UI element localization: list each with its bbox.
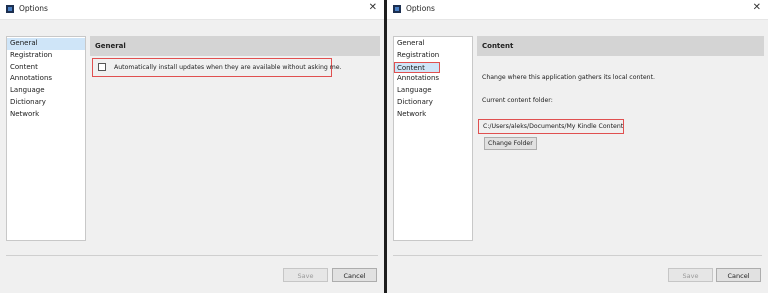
- save-button[interactable]: Save: [283, 268, 328, 282]
- nav-item-annotations[interactable]: Annotations: [7, 73, 85, 85]
- nav-item-dictionary[interactable]: Dictionary: [394, 97, 472, 109]
- auto-update-label[interactable]: Automatically install updates when they …: [114, 64, 342, 71]
- window-title: Options: [406, 4, 435, 13]
- cancel-button[interactable]: Cancel: [332, 268, 377, 282]
- options-window-general: Options ✕ General Registration Content A…: [0, 0, 384, 293]
- nav-item-content[interactable]: Content: [7, 62, 85, 74]
- title-bar: Options ✕: [0, 0, 384, 20]
- content-description: Change where this application gathers it…: [482, 74, 655, 81]
- panel-title: General: [90, 36, 380, 56]
- kindle-app-icon: [393, 5, 401, 13]
- footer-separator: [393, 255, 762, 256]
- nav-item-content[interactable]: Content: [394, 61, 440, 74]
- content-panel: Content Change where this application ga…: [477, 36, 764, 241]
- nav-item-general[interactable]: General: [7, 38, 85, 50]
- auto-update-option[interactable]: Automatically install updates when they …: [92, 58, 342, 77]
- nav-item-network[interactable]: Network: [394, 109, 472, 121]
- title-bar: Options ✕: [387, 0, 768, 20]
- kindle-app-icon: [6, 5, 14, 13]
- nav-item-annotations[interactable]: Annotations: [394, 73, 472, 85]
- save-button[interactable]: Save: [668, 268, 713, 282]
- panel-title: Content: [477, 36, 764, 56]
- nav-item-dictionary[interactable]: Dictionary: [7, 97, 85, 109]
- options-nav-list: General Registration Content Annotations…: [393, 36, 473, 241]
- nav-item-general[interactable]: General: [394, 38, 472, 50]
- nav-item-language[interactable]: Language: [7, 85, 85, 97]
- current-folder-path: C:/Users/aleks/Documents/My Kindle Conte…: [478, 119, 624, 134]
- close-icon[interactable]: ✕: [369, 2, 377, 14]
- nav-item-registration[interactable]: Registration: [7, 50, 85, 62]
- nav-item-network[interactable]: Network: [7, 109, 85, 121]
- window-title: Options: [19, 4, 48, 13]
- current-folder-label: Current content folder:: [482, 97, 553, 104]
- auto-update-checkbox[interactable]: [98, 63, 106, 71]
- nav-item-language[interactable]: Language: [394, 85, 472, 97]
- change-folder-button[interactable]: Change Folder: [484, 137, 537, 150]
- nav-item-registration[interactable]: Registration: [394, 50, 472, 62]
- footer-separator: [6, 255, 378, 256]
- cancel-button[interactable]: Cancel: [716, 268, 761, 282]
- general-panel: General Automatically install updates wh…: [90, 36, 380, 241]
- options-nav-list: General Registration Content Annotations…: [6, 36, 86, 241]
- close-icon[interactable]: ✕: [753, 2, 761, 14]
- options-window-content: Options ✕ General Registration Content A…: [387, 0, 768, 293]
